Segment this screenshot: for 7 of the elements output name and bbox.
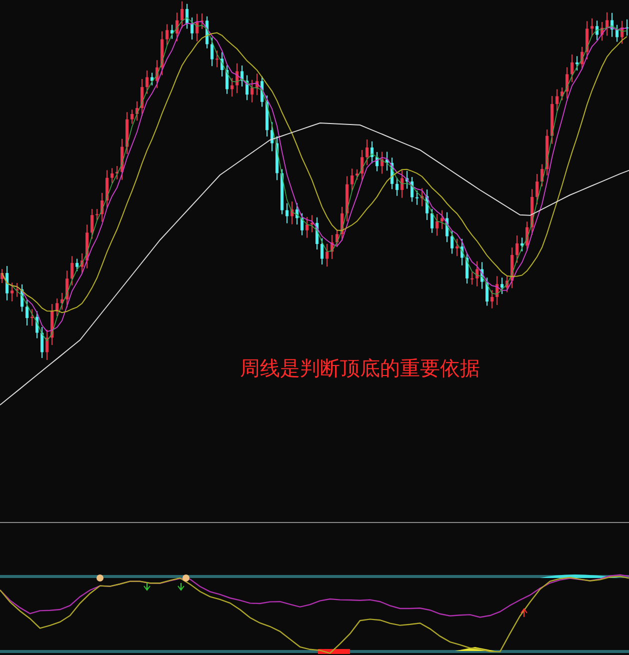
signal-dot (182, 574, 190, 582)
up-arrow-icon (520, 608, 528, 618)
indicator-bar (318, 649, 350, 654)
down-arrow-icon (144, 582, 150, 591)
chart-caption: 周线是判断顶底的重要依据 (240, 355, 480, 382)
down-arrow-icon (178, 582, 184, 591)
signal-dot (96, 574, 104, 582)
